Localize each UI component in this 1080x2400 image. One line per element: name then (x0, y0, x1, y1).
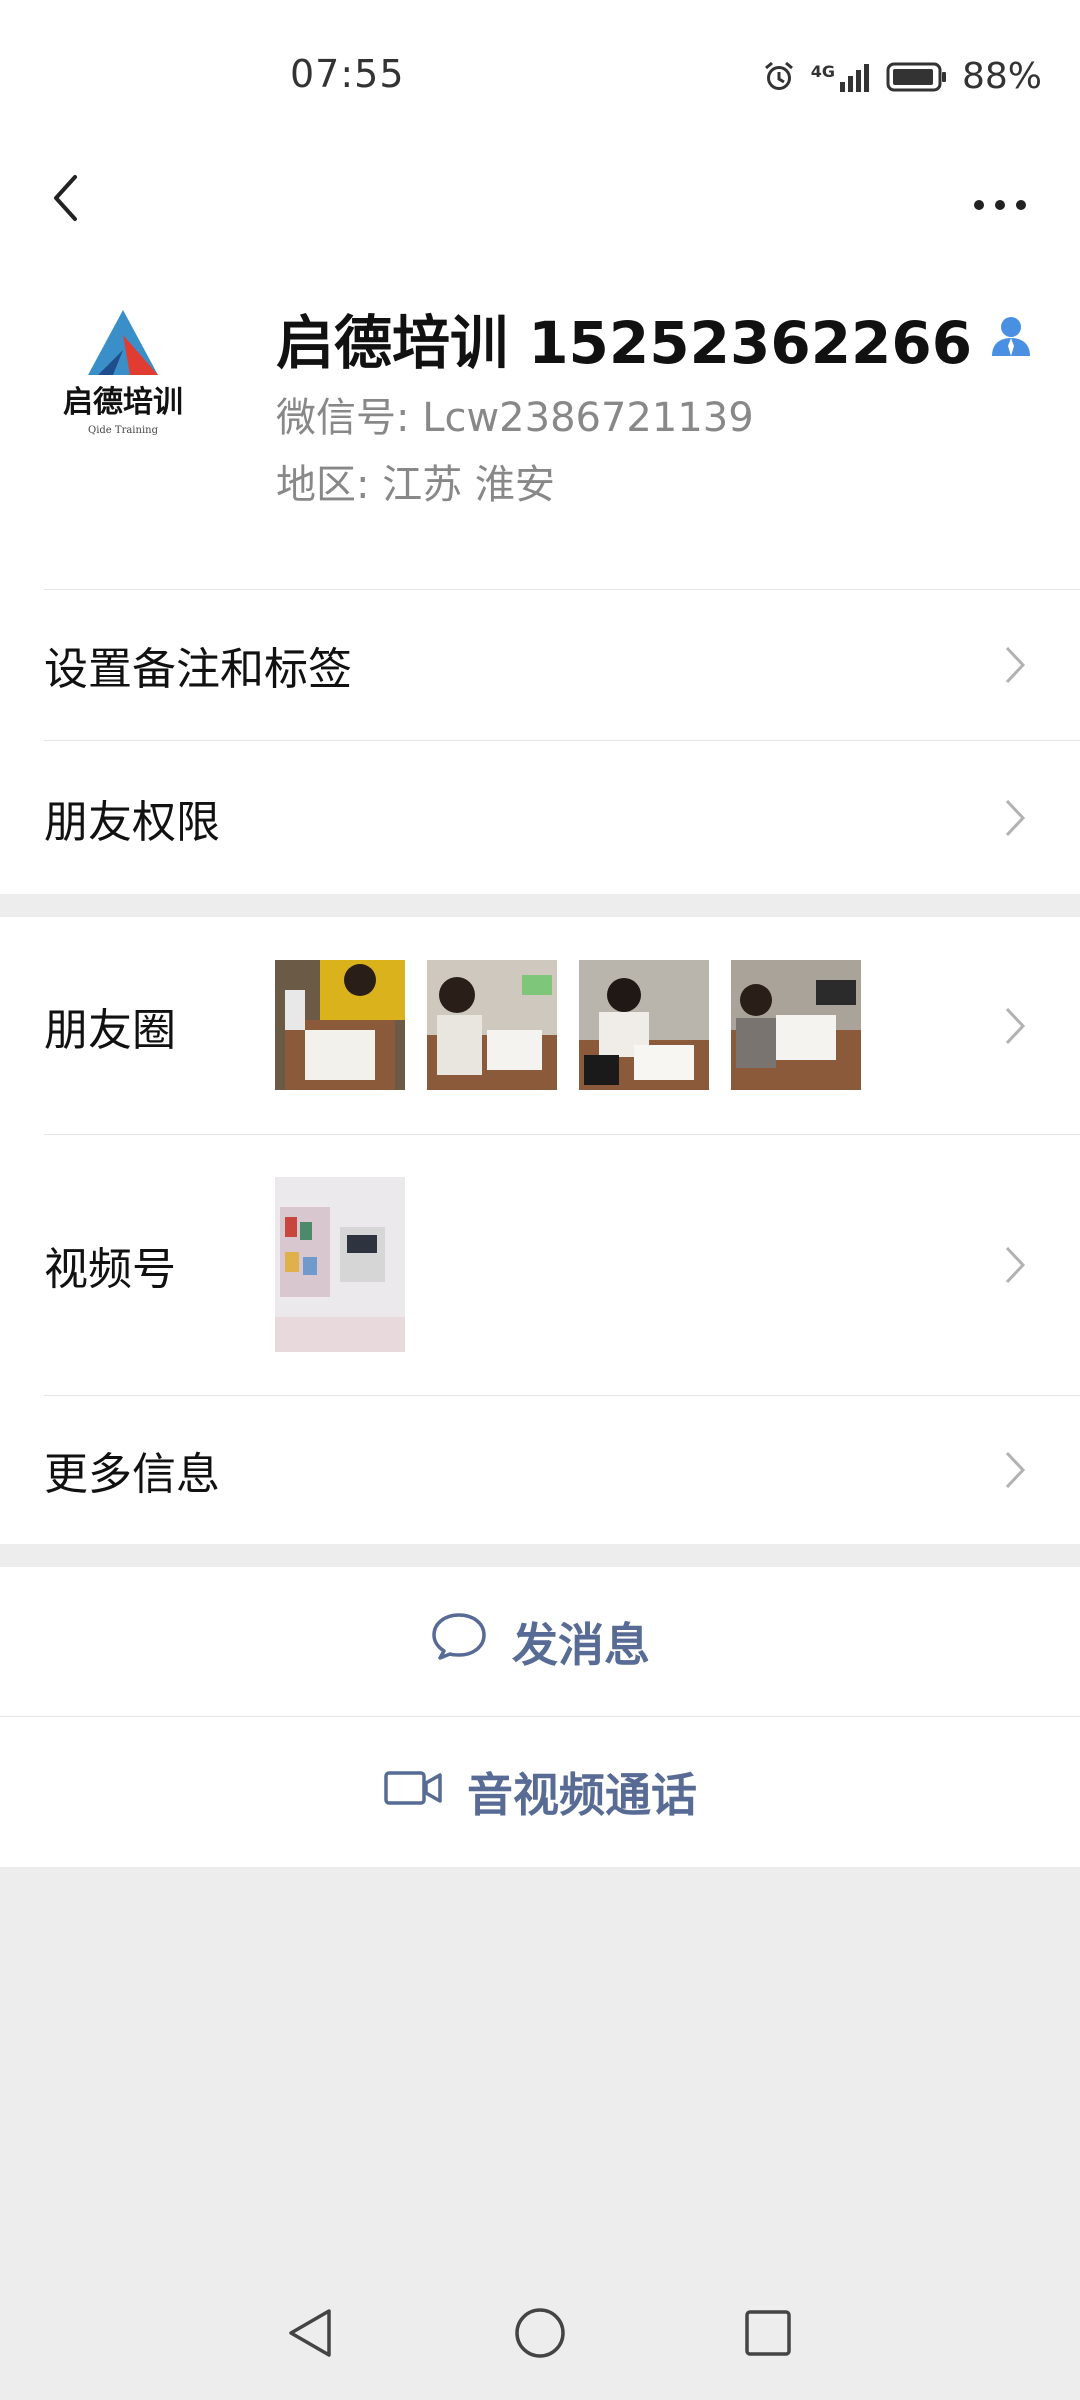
chevron-right-icon (1000, 796, 1030, 840)
wechat-id: 微信号: Lcw2386721139 (276, 395, 754, 441)
triangle-back-icon (283, 2306, 337, 2364)
more-info-row[interactable]: 更多信息 (0, 1396, 1080, 1544)
voice-video-call-button[interactable]: 音视频通话 (0, 1717, 1080, 1867)
alarm-icon (761, 59, 797, 95)
moments-photo (275, 960, 405, 1090)
nav-back-button[interactable] (265, 2290, 355, 2380)
info-section: 朋友圈 视频号 更多信息 (0, 917, 1080, 1544)
verified-person-icon (990, 314, 1032, 362)
more-info-label: 更多信息 (44, 1449, 220, 1500)
remark-tags-label: 设置备注和标签 (44, 644, 352, 695)
avatar[interactable]: 启德培训 Qide Training (38, 290, 208, 460)
contact-name: 启德培训 15252362266 (276, 309, 973, 377)
more-dots-icon (973, 196, 1027, 215)
send-message-button[interactable]: 发消息 (0, 1567, 1080, 1716)
profile-header: 启德培训 Qide Training 启德培训 15252362266 微信号:… (0, 280, 1080, 590)
region: 地区: 江苏 淮安 (276, 462, 555, 508)
remark-tags-row[interactable]: 设置备注和标签 (0, 590, 1080, 740)
avatar-subbrand-text: Qide Training (88, 425, 159, 436)
circle-home-icon (513, 2306, 567, 2364)
status-time: 07:55 (290, 52, 405, 96)
friend-permissions-label: 朋友权限 (44, 796, 220, 848)
network-type-label: 4G (810, 61, 835, 81)
qide-logo-icon: 启德培训 Qide Training (38, 290, 208, 460)
battery-icon (886, 61, 948, 93)
avatar-brand-text: 启德培训 (63, 385, 183, 420)
more-options-button[interactable] (960, 170, 1040, 240)
chevron-right-icon (1000, 643, 1030, 687)
system-nav-bar (0, 2270, 1080, 2400)
nav-home-button[interactable] (495, 2290, 585, 2380)
battery-percent: 88% (961, 56, 1042, 97)
back-button[interactable] (30, 160, 100, 240)
chevron-right-icon (1000, 1448, 1030, 1492)
moments-photo (427, 960, 557, 1090)
friend-permissions-row[interactable]: 朋友权限 (0, 741, 1080, 894)
status-icons: 4G 88% (761, 56, 1042, 97)
channels-row[interactable]: 视频号 (0, 1135, 1080, 1395)
moments-row[interactable]: 朋友圈 (0, 917, 1080, 1134)
nav-recents-button[interactable] (723, 2290, 813, 2380)
send-message-label: 发消息 (512, 1617, 650, 1672)
chevron-right-icon (1000, 1004, 1030, 1048)
video-camera-icon (383, 1765, 443, 1819)
chat-bubble-icon (430, 1611, 488, 1672)
voice-video-call-label: 音视频通话 (467, 1768, 697, 1822)
chevron-left-icon (50, 173, 80, 227)
chevron-right-icon (1000, 1243, 1030, 1287)
channels-video-thumbnail (275, 1177, 405, 1352)
actions-section: 发消息 音视频通话 (0, 1567, 1080, 1867)
name-row: 启德培训 15252362266 (276, 296, 1032, 380)
moments-label: 朋友圈 (44, 1004, 176, 1056)
top-nav (0, 150, 1080, 280)
status-bar: 07:55 4G 88% (0, 0, 1080, 150)
signal-icon: 4G (811, 62, 872, 92)
moments-photo (731, 960, 861, 1090)
moments-photo (579, 960, 709, 1090)
channels-label: 视频号 (44, 1244, 176, 1295)
settings-section: 设置备注和标签 朋友权限 (0, 590, 1080, 894)
square-recents-icon (741, 2306, 795, 2364)
